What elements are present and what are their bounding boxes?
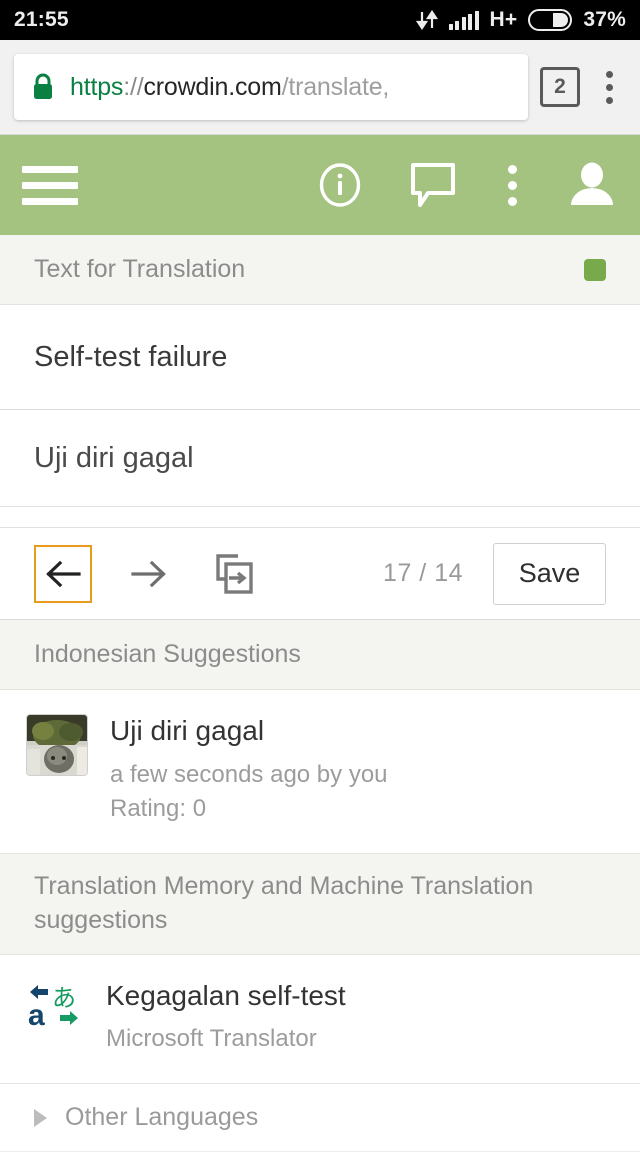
status-bar: 21:55 H+ 37%: [0, 0, 640, 40]
section-label: Text for Translation: [34, 255, 246, 283]
translation-text: Uji diri gagal: [34, 441, 194, 474]
string-counter: 17 / 14: [383, 559, 463, 587]
address-bar[interactable]: https://crowdin.com/translate,: [14, 54, 528, 120]
text-for-translation-header: Text for Translation: [0, 235, 640, 305]
other-languages-row[interactable]: Other Languages: [0, 1084, 640, 1152]
editor-spacer: [0, 507, 640, 528]
url-scheme: https: [70, 72, 124, 101]
microsoft-translator-icon: a あ: [26, 979, 84, 1037]
network-type: H+: [489, 8, 518, 31]
suggestion-body: Uji diri gagal a few seconds ago by you …: [110, 714, 606, 827]
header-more-icon[interactable]: [502, 164, 522, 206]
svg-text:あ: あ: [52, 984, 76, 1012]
app-header: [0, 135, 640, 235]
account-icon[interactable]: [566, 159, 618, 211]
suggestion-time: a few seconds ago by you: [110, 760, 388, 788]
save-button[interactable]: Save: [493, 542, 606, 605]
url-text: https://crowdin.com/translate,: [70, 73, 389, 102]
status-indicators: H+ 37%: [415, 8, 626, 32]
suggestion-rating: Rating: 0: [110, 795, 207, 823]
browser-toolbar: https://crowdin.com/translate, 2: [0, 40, 640, 135]
suggestions-header: Indonesian Suggestions: [0, 620, 640, 690]
info-icon[interactable]: [316, 161, 364, 209]
arrow-right-icon: [131, 560, 166, 587]
status-badge: [584, 258, 606, 281]
tab-switcher-button[interactable]: 2: [540, 67, 580, 107]
browser-menu-button[interactable]: [592, 70, 626, 104]
copy-source-icon: [216, 553, 253, 594]
url-separator: ://: [123, 72, 144, 101]
source-text: Self-test failure: [34, 340, 228, 373]
list-item[interactable]: Uji diri gagal a few seconds ago by you …: [0, 690, 640, 855]
other-languages-label: Other Languages: [65, 1103, 259, 1132]
url-host: crowdin.com: [143, 72, 282, 101]
avatar: [26, 714, 88, 776]
list-item[interactable]: a あ Kegagalan self-test Microsoft Transl…: [0, 954, 640, 1085]
suggestions-header-label: Indonesian Suggestions: [34, 640, 301, 668]
next-string-button[interactable]: [120, 545, 178, 603]
battery-percent: 37%: [583, 8, 626, 31]
suggestion-text: Uji diri gagal: [110, 715, 265, 746]
source-text-row: Self-test failure: [0, 305, 640, 410]
mt-header-label: Translation Memory and Machine Translati…: [34, 872, 534, 934]
mt-body: Kegagalan self-test Microsoft Translator: [106, 979, 606, 1057]
battery-icon: [528, 9, 573, 31]
mt-suggestions-header: Translation Memory and Machine Translati…: [0, 854, 640, 955]
translation-input[interactable]: Uji diri gagal: [0, 410, 640, 507]
mt-suggestion-text: Kegagalan self-test: [106, 979, 346, 1011]
arrow-left-icon: [46, 560, 81, 587]
previous-string-button[interactable]: [34, 544, 92, 603]
copy-source-button[interactable]: [204, 545, 264, 603]
lock-icon: [34, 73, 52, 99]
triangle-right-icon: [34, 1108, 47, 1127]
svg-text:a: a: [28, 999, 45, 1032]
signal-icon: [448, 10, 479, 30]
status-time: 21:55: [14, 8, 69, 31]
comment-icon[interactable]: [408, 160, 458, 210]
editor-toolbar: 17 / 14 Save: [0, 528, 640, 620]
mt-provider: Microsoft Translator: [106, 1025, 317, 1053]
hamburger-menu-icon[interactable]: [22, 165, 78, 205]
url-path: /translate,: [281, 72, 390, 101]
header-actions: [316, 159, 618, 211]
data-transfer-icon: [415, 10, 438, 30]
